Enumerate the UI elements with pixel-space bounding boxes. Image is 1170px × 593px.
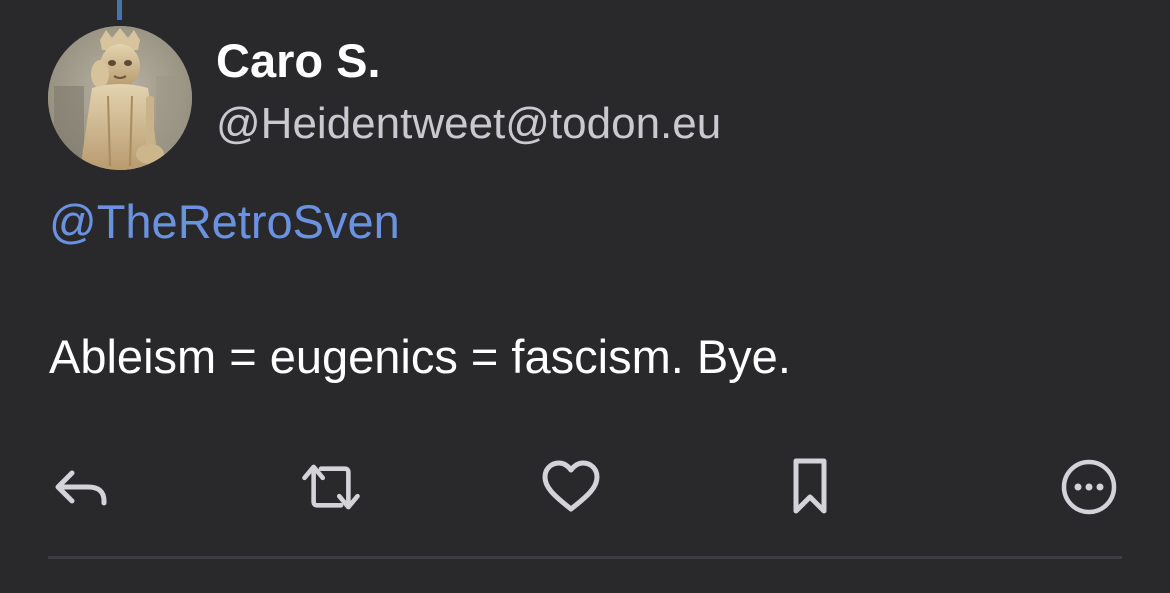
post-text: Ableism = eugenics = fascism. Bye. xyxy=(49,330,791,383)
post-divider xyxy=(48,556,1122,559)
boost-button[interactable] xyxy=(299,455,363,519)
author-display-name[interactable]: Caro S. xyxy=(216,34,381,88)
more-icon xyxy=(1061,459,1117,515)
bookmark-icon xyxy=(793,458,827,514)
more-options-button[interactable] xyxy=(1057,455,1121,519)
avatar-image xyxy=(48,26,192,170)
favourite-button[interactable] xyxy=(539,455,603,519)
reply-icon xyxy=(55,470,107,506)
avatar[interactable] xyxy=(48,26,192,170)
thread-connector-line xyxy=(117,0,122,20)
boost-icon xyxy=(302,464,360,510)
reply-button[interactable] xyxy=(48,455,112,519)
bookmark-button[interactable] xyxy=(778,455,842,519)
author-handle[interactable]: @Heidentweet@todon.eu xyxy=(216,97,721,151)
heart-icon xyxy=(542,460,600,512)
mention-link[interactable]: @TheRetroSven xyxy=(49,194,400,250)
